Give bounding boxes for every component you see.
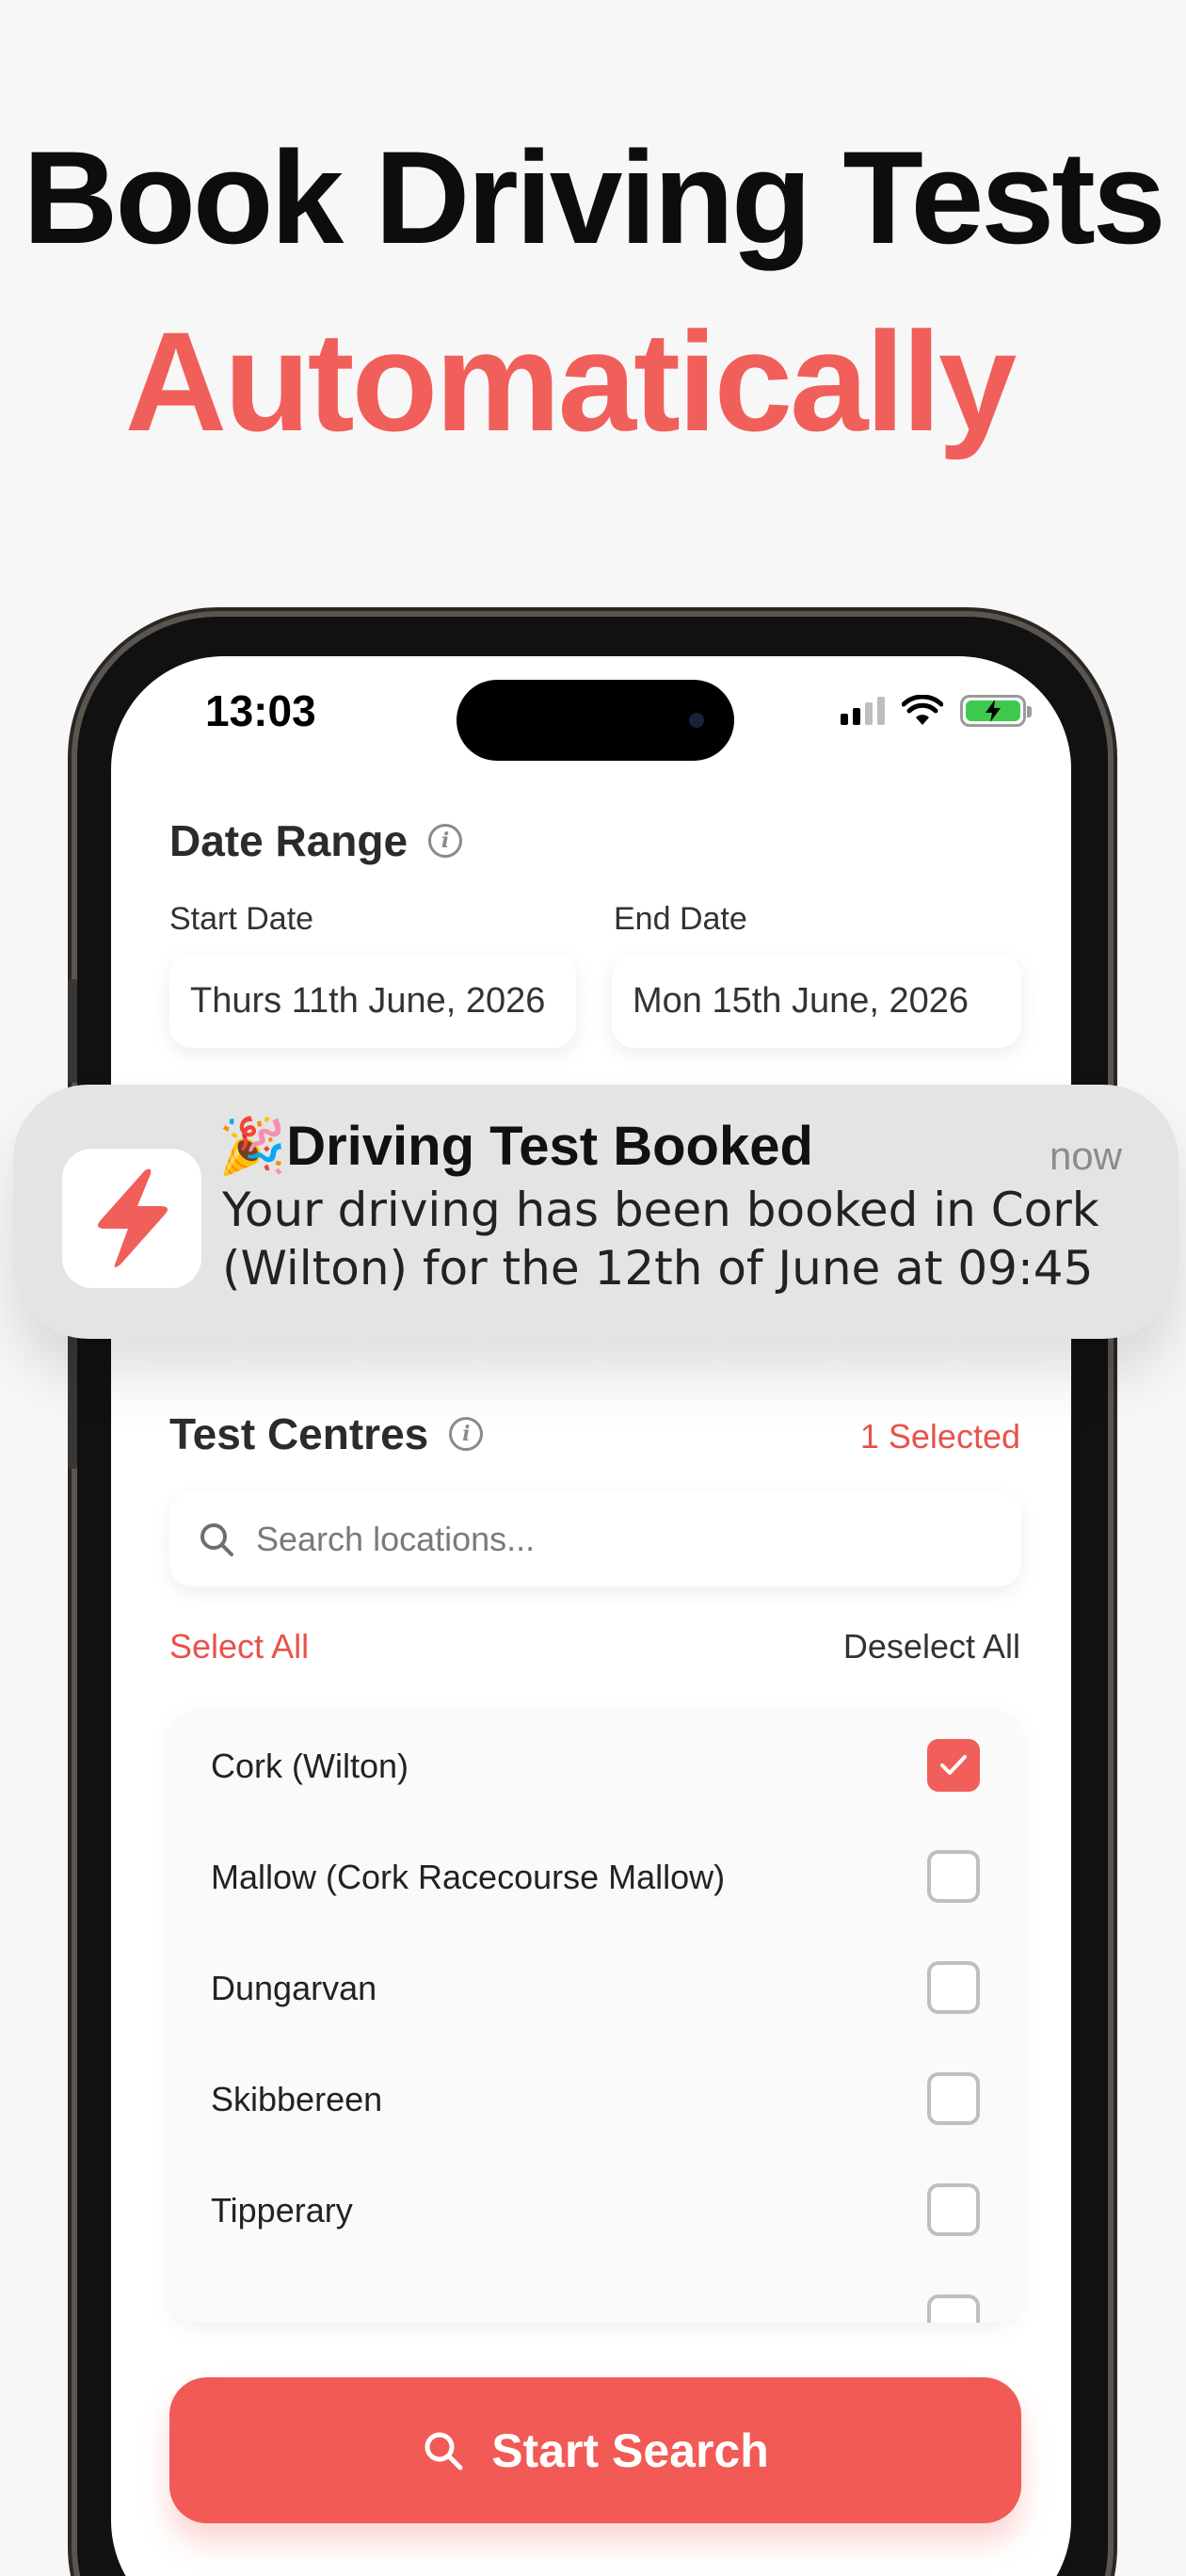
status-time: 13:03 bbox=[205, 686, 316, 735]
search-field[interactable] bbox=[169, 1492, 1021, 1586]
phone-volume-button bbox=[68, 979, 77, 1083]
checkbox-checked[interactable] bbox=[927, 1739, 980, 1792]
start-date-label: Start Date bbox=[169, 901, 314, 937]
cellular-signal-icon bbox=[841, 697, 885, 725]
checkbox-unchecked[interactable] bbox=[927, 2183, 980, 2236]
list-item[interactable]: Skibbereen bbox=[169, 2044, 1021, 2155]
headline-title: Book Driving Tests bbox=[23, 123, 1165, 271]
status-icons bbox=[841, 695, 1032, 727]
notification-body: Your driving has been booked in Cork (Wi… bbox=[222, 1183, 1099, 1296]
notification-title: 🎉Driving Test Booked bbox=[218, 1116, 813, 1177]
checkbox-unchecked[interactable] bbox=[927, 1850, 980, 1903]
date-range-heading: Date Range i bbox=[169, 815, 463, 866]
info-icon[interactable]: i bbox=[428, 824, 463, 858]
lightning-icon bbox=[98, 1168, 168, 1267]
checkbox-unchecked[interactable] bbox=[927, 2072, 980, 2125]
checkbox-unchecked[interactable] bbox=[927, 2294, 980, 2323]
list-item-label: Mallow (Cork Racecourse Mallow) bbox=[211, 1858, 726, 1896]
test-centre-list: Cork (Wilton) Mallow (Cork Racecourse Ma… bbox=[169, 1711, 1021, 2323]
test-centres-heading: Test Centres i bbox=[169, 1409, 484, 1459]
start-search-label: Start Search bbox=[491, 2423, 769, 2477]
list-item-label: Cork (Wilton) bbox=[211, 1747, 409, 1785]
start-date-field[interactable]: Thurs 11th June, 2026 bbox=[169, 954, 576, 1048]
list-item[interactable]: Dungarvan bbox=[169, 1933, 1021, 2044]
app-icon bbox=[62, 1149, 201, 1288]
booking-notification[interactable]: 🎉Driving Test Booked now Your driving ha… bbox=[13, 1085, 1178, 1339]
list-item-label: Dungarvan bbox=[211, 1969, 377, 2007]
list-item[interactable]: Tipperary bbox=[169, 2155, 1021, 2266]
list-item[interactable] bbox=[169, 2266, 1021, 2323]
search-icon bbox=[425, 2432, 463, 2470]
headline-subtitle: Automatically bbox=[124, 302, 1018, 460]
info-icon[interactable]: i bbox=[449, 1417, 484, 1451]
dynamic-island bbox=[457, 680, 734, 761]
start-search-button[interactable]: Start Search bbox=[169, 2377, 1021, 2523]
party-popper-icon: 🎉 bbox=[218, 1116, 287, 1177]
checkbox-unchecked[interactable] bbox=[927, 1961, 980, 2014]
end-date-field[interactable]: Mon 15th June, 2026 bbox=[612, 954, 1021, 1048]
list-item-label: Tipperary bbox=[211, 2191, 353, 2230]
end-date-label: End Date bbox=[614, 901, 747, 937]
select-all-button[interactable]: Select All bbox=[169, 1627, 309, 1666]
deselect-all-button[interactable]: Deselect All bbox=[843, 1627, 1020, 1666]
checkmark-icon bbox=[940, 1755, 967, 1775]
search-icon bbox=[200, 1523, 233, 1556]
list-item[interactable]: Cork (Wilton) bbox=[169, 1711, 1021, 1822]
phone-volume-button bbox=[68, 1318, 77, 1469]
battery-icon bbox=[960, 695, 1032, 727]
list-item[interactable]: Mallow (Cork Racecourse Mallow) bbox=[169, 1822, 1021, 1933]
notification-time: now bbox=[1049, 1134, 1122, 1178]
search-input[interactable] bbox=[256, 1520, 971, 1559]
list-item-label: Skibbereen bbox=[211, 2080, 383, 2118]
wifi-icon bbox=[902, 695, 943, 725]
selected-count-badge: 1 Selected bbox=[859, 1417, 1020, 1456]
